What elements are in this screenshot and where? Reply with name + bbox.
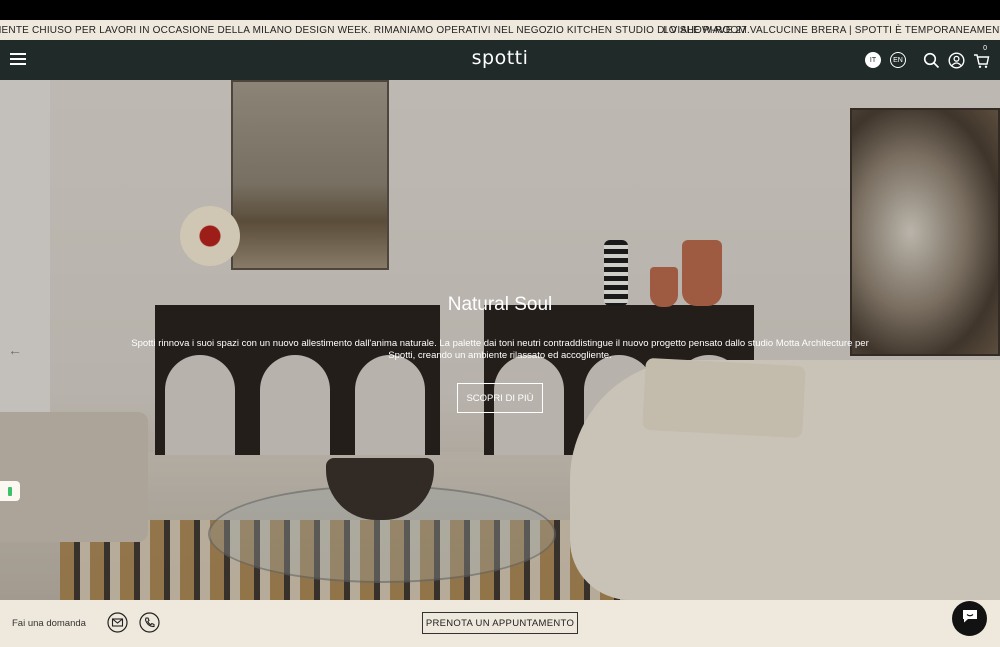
phone-icon[interactable]	[139, 612, 160, 633]
ask-question-label: Fai una domanda	[12, 618, 86, 629]
chat-button[interactable]	[952, 601, 987, 636]
side-widget-tab[interactable]	[0, 481, 20, 501]
discover-more-button[interactable]: SCOPRI DI PIÙ	[457, 383, 543, 413]
header-nav: spotti IT EN 0	[0, 40, 1000, 80]
search-icon[interactable]	[923, 52, 940, 69]
account-icon[interactable]	[948, 51, 965, 69]
announcement-text: MENTE CHIUSO PER LAVORI IN OCCASIONE DEL…	[0, 25, 751, 36]
announcement-text-repeat: LO SHOW-ROOM VALCUCINE BRERA | SPOTTI È …	[663, 25, 1000, 36]
chat-icon	[961, 607, 979, 630]
cart-count: 0	[983, 44, 987, 52]
lang-en-button[interactable]: EN	[890, 52, 906, 68]
lang-it-button[interactable]: IT	[865, 52, 881, 68]
top-strip	[0, 0, 1000, 20]
mail-icon[interactable]	[107, 612, 128, 633]
hero-banner[interactable]: ← Natural Soul Spotti rinnova i suoi spa…	[0, 80, 1000, 600]
book-appointment-button[interactable]: PRENOTA UN APPUNTAMENTO	[422, 612, 578, 634]
announcement-bar: MENTE CHIUSO PER LAVORI IN OCCASIONE DEL…	[0, 20, 1000, 40]
logo[interactable]: spotti	[0, 47, 1000, 69]
hero-title: Natural Soul	[447, 294, 553, 315]
cart-icon[interactable]: 0	[973, 45, 990, 69]
hero-description: Spotti rinnova i suoi spazi con un nuovo…	[131, 338, 869, 361]
header-actions: IT EN 0	[865, 45, 990, 70]
contact-bar: Fai una domanda PRENOTA UN APPUNTAMENTO	[0, 600, 1000, 647]
slider-prev-arrow[interactable]: ←	[8, 342, 22, 358]
